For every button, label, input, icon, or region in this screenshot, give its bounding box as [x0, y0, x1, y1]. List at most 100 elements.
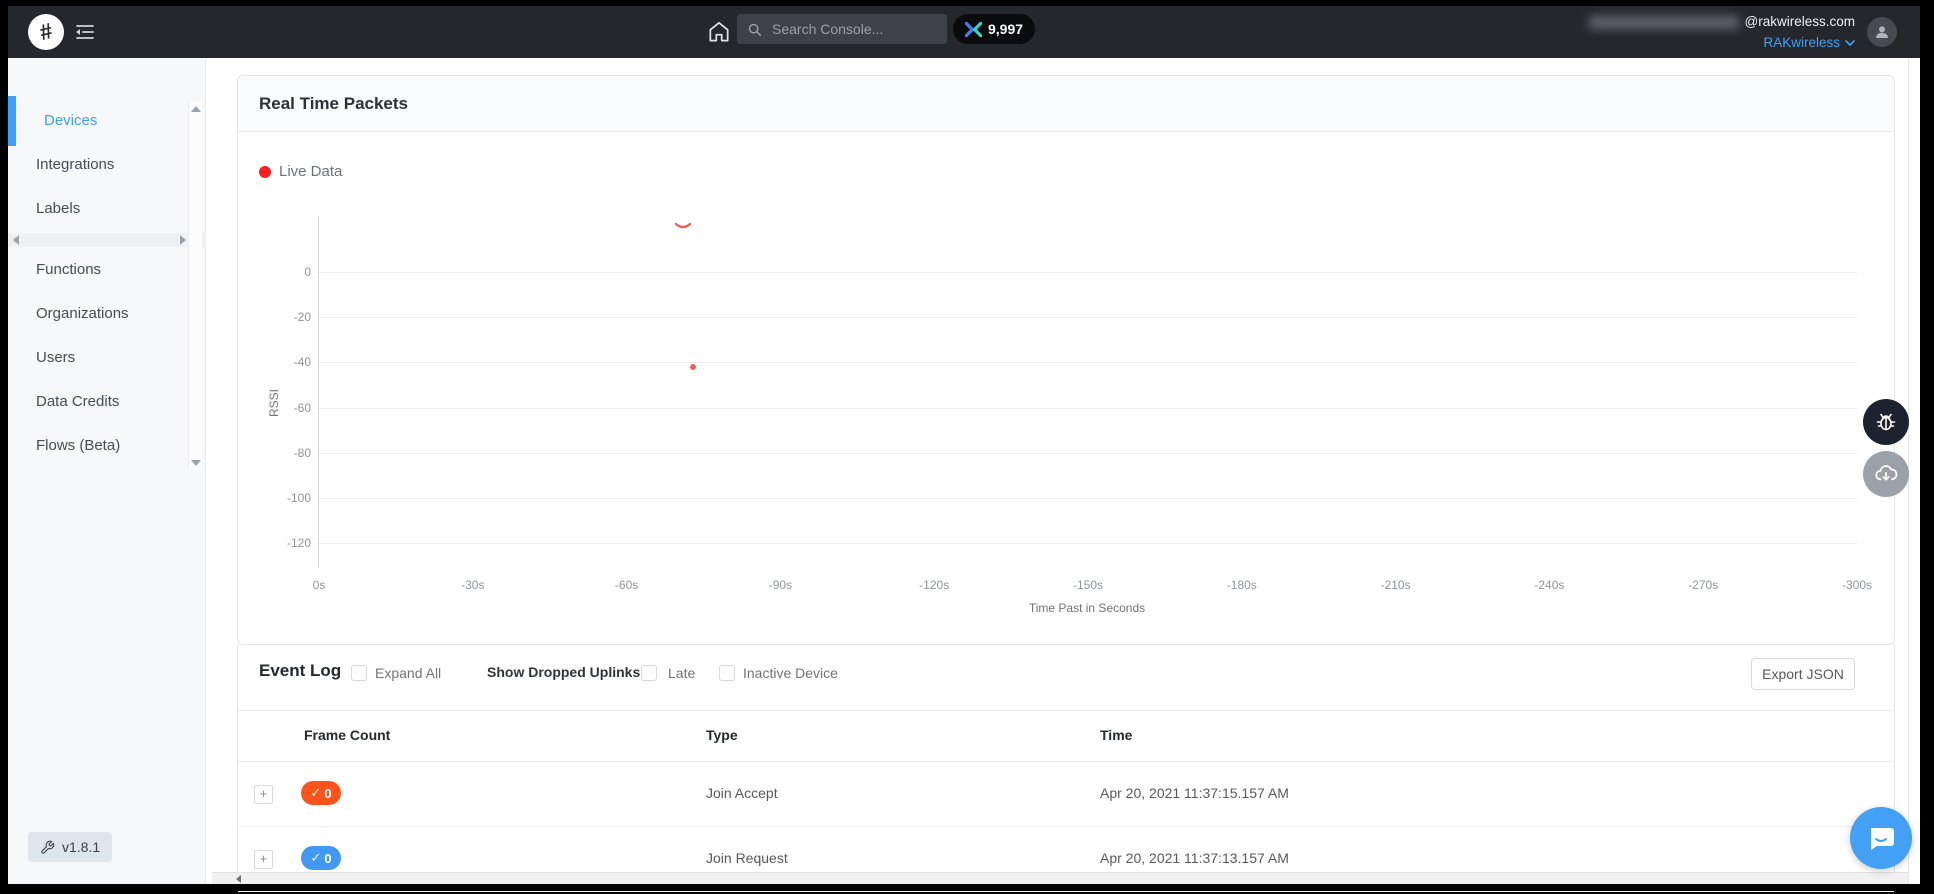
sidebar-item-data-credits[interactable]: Data Credits — [8, 380, 206, 424]
scroll-right-arrow-icon[interactable] — [180, 235, 186, 245]
scroll-up-arrow-icon[interactable] — [191, 106, 201, 112]
sidebar-item-flows-beta-[interactable]: Flows (Beta) — [8, 424, 206, 468]
scroll-down-arrow-icon[interactable] — [191, 460, 201, 466]
x-tick-label: -150s — [1056, 578, 1120, 592]
search-bar[interactable] — [737, 14, 947, 44]
export-json-button[interactable]: Export JSON — [1751, 658, 1855, 690]
sidebar-item-labels[interactable]: Labels — [8, 187, 206, 231]
debug-button[interactable] — [1863, 399, 1909, 445]
cloud-download-icon — [1873, 461, 1899, 487]
legend-label: Live Data — [279, 163, 342, 180]
column-type: Type — [706, 727, 738, 743]
horizontal-scrollbar[interactable] — [212, 872, 1908, 884]
event-log-table: Frame Count Type Time +✓0Join AcceptApr … — [238, 710, 1894, 884]
chat-icon — [1865, 822, 1897, 854]
check-icon: ✓ — [310, 850, 321, 866]
row-expand-button[interactable]: + — [254, 785, 273, 804]
y-tick-label: 0 — [271, 265, 311, 279]
search-icon — [747, 22, 762, 37]
chart-legend: Live Data — [259, 163, 342, 180]
gridline — [319, 272, 1857, 273]
y-tick-label: -120 — [271, 536, 311, 550]
account-email-domain: @rakwireless.com — [1745, 13, 1855, 31]
dc-balance-value: 9,997 — [988, 21, 1023, 37]
column-time: Time — [1100, 727, 1132, 743]
frame-count-badge: ✓0 — [301, 846, 341, 870]
data-point-dash — [675, 218, 691, 227]
sidebar-item-integrations[interactable]: Integrations — [8, 143, 206, 187]
x-tick-label: -120s — [902, 578, 966, 592]
avatar[interactable] — [1867, 17, 1897, 47]
x-tick-label: 0s — [287, 578, 351, 592]
data-credits-balance[interactable]: 9,997 — [953, 14, 1035, 44]
sidebar-item-functions[interactable]: Functions — [8, 248, 206, 292]
cell-time: Apr 20, 2021 11:37:15.157 AM — [1100, 785, 1289, 801]
account-info[interactable]: @rakwireless.com RAKwireless — [1589, 13, 1855, 52]
home-icon[interactable] — [706, 19, 732, 45]
data-point-dot — [690, 364, 696, 370]
legend-dot-icon — [259, 166, 271, 178]
data-credits-icon — [965, 22, 982, 37]
card-header: Real Time Packets — [238, 76, 1894, 132]
sidebar-item-users[interactable]: Users — [8, 336, 206, 380]
sidebar-item-devices[interactable]: Devices — [8, 99, 206, 143]
table-header-row: Frame Count Type Time — [238, 711, 1894, 762]
y-tick-label: -40 — [271, 355, 311, 369]
x-tick-label: -60s — [595, 578, 659, 592]
x-tick-label: -240s — [1517, 578, 1581, 592]
helium-logo[interactable]: # — [28, 14, 64, 50]
chevron-down-icon — [1845, 40, 1855, 47]
chart-plot-area: 0-20-40-60-80-100-1200s-30s-60s-90s-120s… — [318, 216, 1857, 568]
y-tick-label: -80 — [271, 446, 311, 460]
column-frame-count: Frame Count — [304, 727, 390, 743]
vertical-scrollbar[interactable] — [1908, 58, 1920, 884]
app-version-badge[interactable]: v1.8.1 — [28, 832, 112, 862]
search-input[interactable] — [770, 20, 934, 38]
gridline — [319, 362, 1857, 363]
frame-count-value: 0 — [324, 786, 331, 801]
late-label: Late — [668, 665, 695, 681]
x-axis-label: Time Past in Seconds — [987, 601, 1187, 615]
row-expand-button[interactable]: + — [254, 850, 273, 869]
scroll-left-arrow-icon[interactable] — [236, 875, 241, 883]
show-dropped-uplinks-label: Show Dropped Uplinks: — [487, 664, 645, 680]
gridline — [319, 453, 1857, 454]
cell-type: Join Request — [706, 850, 788, 866]
real-time-packets-card: Real Time Packets Live Data RSSI 0-20-40… — [237, 75, 1895, 645]
event-log-panel: Event Log Expand All Show Dropped Uplink… — [237, 645, 1895, 884]
y-tick-label: -20 — [271, 310, 311, 324]
user-icon — [1873, 23, 1891, 41]
x-tick-label: -210s — [1364, 578, 1428, 592]
x-tick-label: -30s — [441, 578, 505, 592]
gridline — [319, 317, 1857, 318]
expand-all-label: Expand All — [375, 665, 441, 681]
late-checkbox[interactable] — [641, 665, 657, 681]
collapse-sidebar-icon[interactable] — [74, 21, 96, 48]
expand-all-checkbox[interactable] — [351, 665, 367, 681]
chat-launcher-button[interactable] — [1850, 807, 1912, 869]
sidebar-horizontal-scrollbar[interactable] — [8, 233, 206, 247]
x-tick-label: -180s — [1210, 578, 1274, 592]
cell-time: Apr 20, 2021 11:37:13.157 AM — [1100, 850, 1289, 866]
top-bar: # 9,997 @rakwireless.com RAKwireless — [8, 6, 1920, 58]
sidebar-item-organizations[interactable]: Organizations — [8, 292, 206, 336]
event-log-title: Event Log — [259, 661, 341, 681]
sidebar-vertical-scrollbar[interactable] — [188, 102, 202, 470]
gridline — [319, 408, 1857, 409]
frame-count-value: 0 — [324, 851, 331, 866]
inactive-device-label: Inactive Device — [743, 665, 838, 681]
version-label: v1.8.1 — [62, 839, 100, 855]
redacted-username — [1589, 16, 1739, 29]
organization-name[interactable]: RAKwireless — [1763, 34, 1840, 52]
frame-count-badge: ✓0 — [301, 781, 341, 805]
x-tick-label: -270s — [1671, 578, 1735, 592]
scroll-left-arrow-icon[interactable] — [13, 235, 19, 245]
inactive-device-checkbox[interactable] — [719, 665, 735, 681]
cloud-download-button[interactable] — [1863, 451, 1909, 497]
gridline — [319, 543, 1857, 544]
y-tick-label: -60 — [271, 401, 311, 415]
main-content: Real Time Packets Live Data RSSI 0-20-40… — [206, 58, 1920, 884]
y-tick-label: -100 — [271, 491, 311, 505]
cell-type: Join Accept — [706, 785, 778, 801]
page-title: Real Time Packets — [259, 94, 408, 113]
